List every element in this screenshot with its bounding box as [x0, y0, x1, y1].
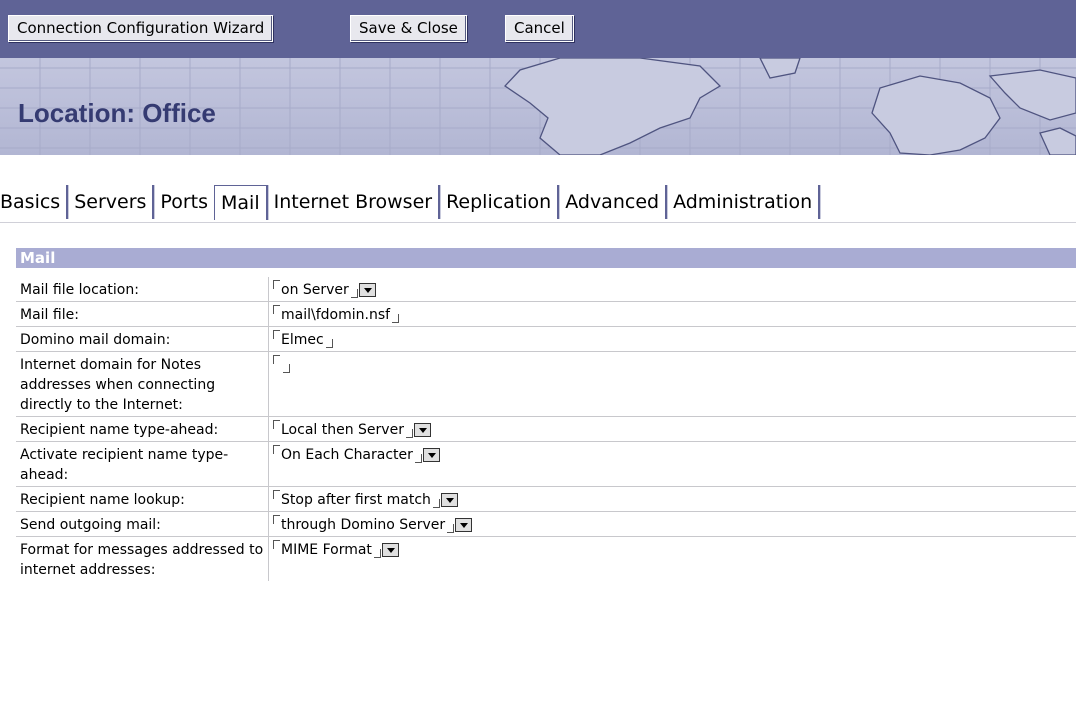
dropdown-arrow-icon[interactable] [422, 448, 440, 462]
field-row-recipient-lookup: Recipient name lookup: Stop after first … [16, 487, 1076, 512]
field-label: Internet domain for Notes addresses when… [16, 352, 269, 416]
field-label: Recipient name lookup: [16, 487, 269, 511]
mail-settings-form: Mail file location: on Server Mail file:… [16, 277, 1076, 581]
tab-divider [0, 222, 1076, 223]
recipient-lookup-select[interactable]: Stop after first match [269, 487, 1076, 511]
tab-replication[interactable]: Replication [440, 185, 560, 219]
field-row-send-outgoing-mail: Send outgoing mail: through Domino Serve… [16, 512, 1076, 537]
field-row-internet-domain: Internet domain for Notes addresses when… [16, 352, 1076, 417]
toolbar: Connection Configuration Wizard Save & C… [0, 0, 1076, 58]
tab-advanced[interactable]: Advanced [559, 185, 668, 219]
field-label: Mail file: [16, 302, 269, 326]
dropdown-arrow-icon[interactable] [358, 283, 376, 297]
tab-mail[interactable]: Mail [214, 185, 268, 220]
field-row-mail-file: Mail file: mail\fdomin.nsf [16, 302, 1076, 327]
field-label: Format for messages addressed to interne… [16, 537, 269, 581]
field-label: Domino mail domain: [16, 327, 269, 351]
message-format-select[interactable]: MIME Format [269, 537, 1076, 581]
connection-wizard-button[interactable]: Connection Configuration Wizard [8, 15, 274, 42]
tab-ports[interactable]: Ports [154, 185, 216, 219]
cancel-button[interactable]: Cancel [505, 15, 574, 42]
page-title: Location: Office [18, 98, 216, 128]
send-outgoing-mail-select[interactable]: through Domino Server [269, 512, 1076, 536]
dropdown-arrow-icon[interactable] [440, 493, 458, 507]
field-row-recipient-type-ahead: Recipient name type-ahead: Local then Se… [16, 417, 1076, 442]
field-row-domino-mail-domain: Domino mail domain: Elmec [16, 327, 1076, 352]
mail-file-location-select[interactable]: on Server [269, 277, 1076, 301]
field-label: Recipient name type-ahead: [16, 417, 269, 441]
domino-mail-domain-input[interactable]: Elmec [269, 327, 1076, 351]
save-close-button[interactable]: Save & Close [350, 15, 467, 42]
tab-internet-browser[interactable]: Internet Browser [268, 185, 441, 219]
section-header-mail: Mail [16, 248, 1076, 268]
tab-servers[interactable]: Servers [68, 185, 155, 219]
field-label: Mail file location: [16, 277, 269, 301]
dropdown-arrow-icon[interactable] [455, 518, 473, 532]
field-row-message-format: Format for messages addressed to interne… [16, 537, 1076, 581]
dropdown-arrow-icon[interactable] [381, 543, 399, 557]
field-row-activate-type-ahead: Activate recipient name type-ahead: On E… [16, 442, 1076, 487]
activate-type-ahead-select[interactable]: On Each Character [269, 442, 1076, 486]
recipient-type-ahead-select[interactable]: Local then Server [269, 417, 1076, 441]
dropdown-arrow-icon[interactable] [413, 423, 431, 437]
field-label: Send outgoing mail: [16, 512, 269, 536]
internet-domain-input[interactable] [269, 352, 1076, 416]
tab-bar: Basics Servers Ports Mail Internet Browser Re… [0, 185, 821, 220]
field-label: Activate recipient name type-ahead: [16, 442, 269, 486]
tab-basics[interactable]: Basics [0, 185, 69, 219]
mail-file-input[interactable]: mail\fdomin.nsf [269, 302, 1076, 326]
banner: Location: Office [0, 58, 1076, 155]
field-row-mail-file-location: Mail file location: on Server [16, 277, 1076, 302]
tab-administration[interactable]: Administration [667, 185, 821, 219]
